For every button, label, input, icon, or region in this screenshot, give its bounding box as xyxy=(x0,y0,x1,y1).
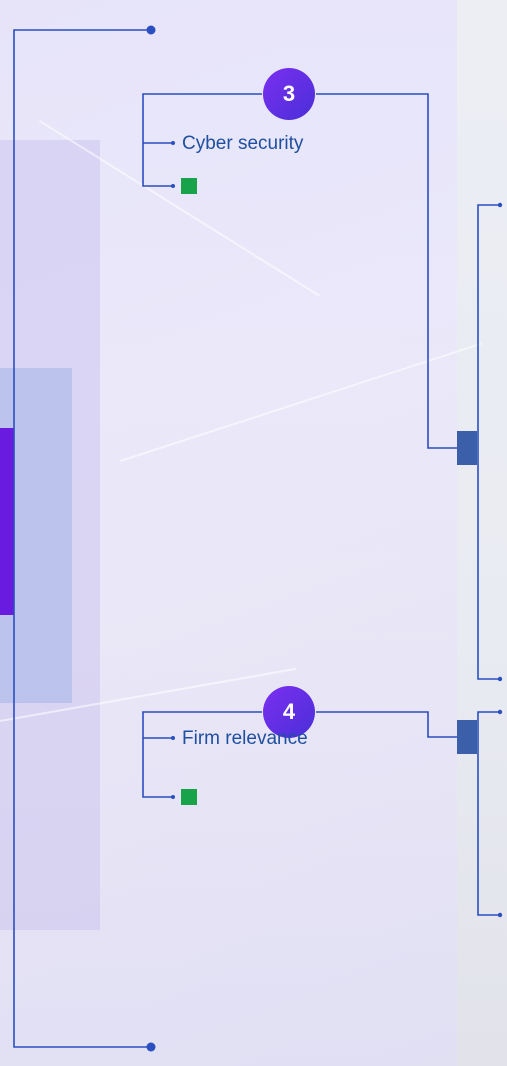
endpoint-dot xyxy=(146,25,156,35)
arrow-dot xyxy=(171,736,175,740)
outer-bracket-line xyxy=(13,29,150,1048)
status-indicator xyxy=(181,789,197,805)
connector-box xyxy=(457,431,477,465)
section-3-connector-line xyxy=(316,93,458,449)
connector-lines xyxy=(13,25,503,1052)
right-bracket-lower xyxy=(477,711,500,916)
arrow-dot xyxy=(171,141,175,145)
right-bracket-upper xyxy=(477,204,500,680)
arrow-dot xyxy=(171,184,175,188)
section-4-connector-line xyxy=(316,711,458,738)
arrow-dot xyxy=(171,795,175,799)
endpoint-dot xyxy=(146,1042,156,1052)
status-indicator xyxy=(181,178,197,194)
diagram-canvas: 3 Cyber security 4 Firm relevance xyxy=(0,0,507,1066)
endpoint-dot xyxy=(497,912,503,918)
section-number-badge: 3 xyxy=(263,68,315,120)
endpoint-dot xyxy=(497,202,503,208)
section-4-bracket xyxy=(142,711,262,798)
section-number: 3 xyxy=(282,81,296,106)
section-label: Cyber security xyxy=(182,133,304,154)
section-label: Firm relevance xyxy=(182,728,308,749)
section-number: 4 xyxy=(282,699,296,724)
endpoint-dot xyxy=(497,676,503,682)
connector-box xyxy=(457,720,477,754)
endpoint-dot xyxy=(497,709,503,715)
